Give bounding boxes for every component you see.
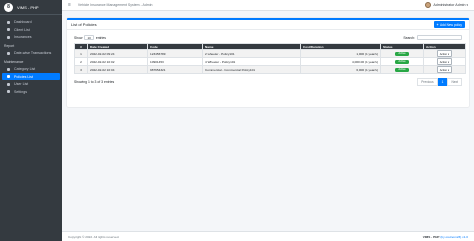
sidebar-item-dashboard[interactable]: Dashboard: [2, 19, 60, 26]
user-icon: [7, 82, 10, 86]
date-created: 2022-02-02 10:04: [87, 65, 148, 74]
gear-icon: [7, 90, 10, 93]
show-label: Show: [74, 35, 83, 40]
sidebar-header-maintenance: Maintenance: [4, 60, 24, 64]
hamburger-menu-icon[interactable]: ≡: [68, 2, 71, 8]
action-label: Action: [439, 52, 448, 56]
pagination: Previous 1 Next: [417, 78, 462, 86]
sidebar-header-report: Report: [4, 44, 15, 48]
search-label: Search:: [403, 35, 415, 40]
sidebar-item-label: User List: [14, 82, 29, 86]
sidebar-item-label: Policies List: [14, 74, 33, 79]
sidebar-item-label: Insurances: [14, 35, 32, 39]
action-dropdown-button[interactable]: Action ▾: [437, 58, 452, 65]
pagination-info: Showing 1 to 3 of 3 entries: [74, 80, 115, 84]
footer-credits: VIMS - PHP (by oretnom23) v1.0: [423, 235, 468, 239]
row-number: 3: [74, 65, 88, 74]
page-footer: Copyright © 2022. All rights reserved. V…: [62, 231, 474, 241]
brand-logo: 8: [4, 2, 13, 12]
search-input[interactable]: [417, 35, 462, 40]
date-created: 2022-02-02 10:02: [87, 57, 148, 66]
sidebar: 8 VIMS - PHP Dashboard Client List Insur…: [0, 0, 62, 241]
status-badge: Active: [395, 59, 409, 64]
policies-card: List of Policies + Add New policy Show 1…: [67, 18, 469, 107]
cost-duration: 6,000 (1 year/s): [300, 65, 381, 74]
action-dropdown-button[interactable]: Action ▾: [437, 50, 452, 57]
table-row: 2 2022-02-02 10:02 10901453 4 Wheeler - …: [74, 57, 466, 66]
chevron-down-icon: ▾: [466, 3, 468, 7]
sidebar-item-label: Dashboard: [14, 20, 32, 24]
calendar-icon: [7, 51, 10, 55]
sidebar-item-client-list[interactable]: Client List: [2, 26, 60, 33]
status-badge: Active: [395, 67, 409, 72]
app-title: Vehicle Insurance Management System - Ad…: [77, 3, 153, 7]
table-footer: Showing 1 to 3 of 3 entries Previous 1 N…: [67, 78, 469, 86]
policy-name: 4 Wheeler - Policy101: [202, 57, 301, 66]
file-icon: [7, 75, 10, 78]
sidebar-item-insurances[interactable]: Insurances: [2, 34, 60, 41]
next-page-button[interactable]: Next: [447, 78, 462, 86]
plus-icon: +: [436, 22, 439, 27]
brand-name: VIMS - PHP: [17, 4, 39, 10]
action-label: Action: [439, 68, 448, 72]
sidebar-item-label: Client List: [14, 27, 30, 32]
entries-select[interactable]: 10: [84, 35, 94, 40]
policy-name: 2 wheeler - Policy101: [202, 49, 301, 58]
sidebar-item-user-list[interactable]: User List: [2, 81, 60, 88]
dashboard-icon: [7, 20, 10, 24]
entries-value: 10: [87, 35, 91, 40]
table-row: 1 2022-02-02 09:24 123456789 2 wheeler -…: [74, 49, 466, 58]
footer-app-name: VIMS - PHP: [422, 234, 440, 239]
policy-code: 10901453: [147, 57, 203, 66]
avatar: [425, 2, 432, 8]
table-row: 3 2022-02-02 10:04 987654321 Commercial …: [74, 65, 466, 74]
page-1-button[interactable]: 1: [437, 78, 448, 86]
sidebar-item-policies-list[interactable]: Policies List: [2, 73, 60, 80]
action-label: Action: [439, 60, 448, 64]
sidebar-item-label: Settings: [14, 89, 27, 94]
row-number: 2: [74, 57, 88, 66]
list-icon: [7, 67, 10, 71]
copyright-text: Copyright © 2022. All rights reserved.: [68, 234, 120, 239]
user-name: Administrator Admin: [433, 3, 466, 7]
card-header: List of Policies + Add New policy: [67, 20, 469, 30]
user-menu[interactable]: Administrator Admin ▾: [425, 2, 468, 8]
topbar: ≡ Vehicle Insurance Management System - …: [62, 0, 474, 11]
sidebar-item-settings[interactable]: Settings: [2, 88, 60, 95]
status-badge: Active: [395, 51, 409, 56]
sidebar-item-label: Category List: [14, 67, 36, 71]
date-created: 2022-02-02 09:24: [87, 49, 148, 58]
policy-code: 123456789: [147, 49, 203, 58]
card-title: List of Policies: [71, 22, 97, 27]
sidebar-nav: Dashboard Client List Insurances Report …: [0, 15, 62, 95]
sidebar-item-date-wise-transactions[interactable]: Date-wise Transactions: [2, 50, 60, 57]
add-button-label: Add New policy: [440, 22, 462, 27]
policy-code: 987654321: [147, 65, 203, 74]
brand[interactable]: 8 VIMS - PHP: [0, 0, 62, 15]
footer-author-link[interactable]: (by oretnom23) v1.0: [440, 235, 468, 239]
entries-label: entries: [95, 35, 107, 40]
action-dropdown-button[interactable]: Action ▾: [437, 66, 452, 73]
sidebar-item-label: Date-wise Transactions: [14, 51, 52, 55]
previous-page-button[interactable]: Previous: [417, 78, 438, 86]
sidebar-item-category-list[interactable]: Category List: [2, 66, 60, 73]
table-controls: Show 10 entries Search:: [67, 35, 469, 41]
users-icon: [7, 28, 10, 31]
policy-name: Commercial - Commercial Policy101: [202, 65, 301, 74]
policies-table: # Date Created Code Name Cost/Duration S…: [74, 43, 466, 74]
cost-duration: 4,000.00 (1 year/s): [300, 57, 381, 66]
add-new-policy-button[interactable]: + Add New policy: [433, 21, 465, 28]
row-number: 1: [74, 49, 88, 58]
cost-duration: 1,000 (1 year/s): [300, 49, 381, 58]
shield-icon: [7, 35, 10, 39]
